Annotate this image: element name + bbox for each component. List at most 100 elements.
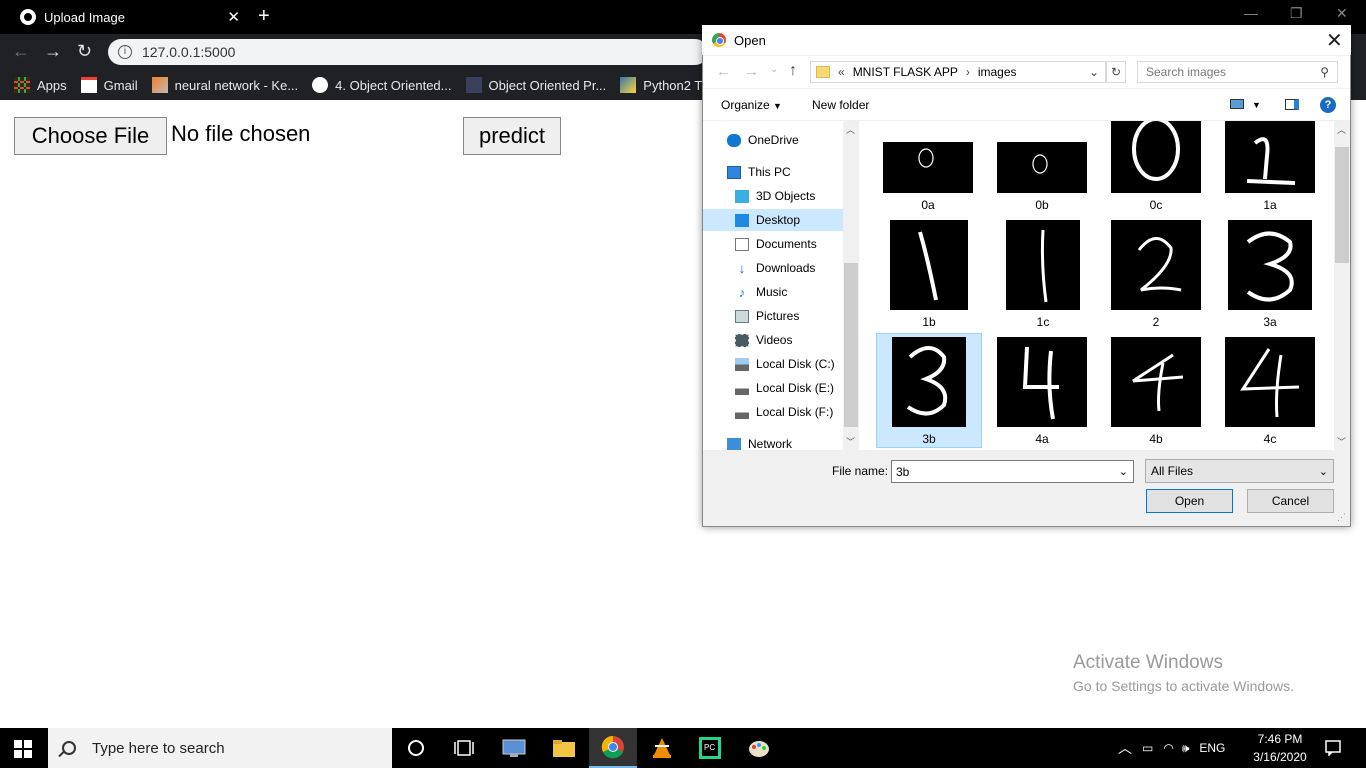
breadcrumb-overflow[interactable]: « [838,65,845,79]
vlc-icon[interactable] [638,728,686,768]
file-name-input[interactable]: 3b ⌄ [891,460,1134,483]
pycharm-icon[interactable]: PC [686,728,734,768]
bookmark-neural-network[interactable]: neural network - Ke... [151,77,298,93]
image-thumbnail [883,142,973,193]
choose-file-button[interactable]: Choose File [14,117,167,155]
file-item[interactable]: 0a [882,142,974,212]
task-view-icon[interactable] [440,728,488,768]
back-icon[interactable]: ← [716,63,731,80]
scroll-up-icon: ︿ [846,125,856,135]
info-icon[interactable]: i [118,45,132,59]
file-item[interactable]: 0c [1110,121,1202,212]
language-indicator[interactable]: ENG [1199,741,1225,755]
cortana-icon[interactable] [392,728,440,768]
file-item[interactable]: 3b [884,337,974,446]
window-close-icon[interactable]: ✕ [1336,5,1348,22]
refresh-icon[interactable]: ↻ [1106,61,1126,83]
file-item[interactable]: 3a [1227,220,1313,329]
battery-icon[interactable]: ▭ [1142,741,1153,755]
new-folder-button[interactable]: New folder [812,98,869,112]
activate-title: Activate Windows [1073,652,1223,673]
bookmark-apps[interactable]: Apps [14,77,67,93]
python-icon [620,77,637,93]
file-type-select[interactable]: All Files ⌄ [1145,459,1334,483]
open-button[interactable]: Open [1146,489,1233,513]
windows-start-icon[interactable] [14,740,32,761]
wifi-icon[interactable]: ◠ [1163,741,1173,755]
forward-icon[interactable]: → [744,63,759,80]
file-item[interactable]: 4b [1110,337,1202,446]
volume-icon[interactable]: 🕪 [1182,741,1190,756]
paint-icon[interactable] [735,728,783,768]
help-icon[interactable]: ? [1320,97,1336,113]
breadcrumb-images[interactable]: images [978,65,1017,79]
taskbar-search-placeholder: Type here to search [92,739,225,757]
file-name-label: File name: [832,464,889,478]
change-view-icon[interactable] [1230,99,1244,109]
recent-locations-icon[interactable]: ⌄ [770,64,778,75]
nav-desktop[interactable]: Desktop [703,209,843,231]
scroll-thumb [844,263,858,427]
file-item[interactable]: 1c [998,220,1088,329]
bookmark-object-oriented-4[interactable]: 4. Object Oriented... [312,77,452,93]
file-list-scrollbar[interactable]: ︿ ﹀ [1334,121,1350,450]
svg-text:PC: PC [704,743,715,752]
search-icon [62,741,76,755]
restore-icon[interactable]: ❐ [1290,5,1303,22]
browser-tab[interactable]: Upload Image ✕ [8,0,248,34]
clock-time: 7:46 PM [1257,732,1303,746]
file-item[interactable]: 1a [1224,121,1316,212]
file-item[interactable]: 4a [996,337,1088,446]
dialog-close-icon[interactable]: ✕ [1326,28,1343,53]
notification-icon[interactable] [1325,740,1341,759]
stackoverflow-icon [151,77,168,93]
view-dropdown-icon[interactable]: ▼ [1252,100,1261,110]
image-thumbnail [1111,220,1201,310]
reload-icon[interactable]: ↻ [77,41,92,62]
image-thumbnail [1006,220,1080,310]
network-icon [727,437,741,451]
bookmark-python2[interactable]: Python2 Tut [620,77,713,93]
chevron-up-icon[interactable]: ︿ [1118,738,1132,758]
chevron-right-icon[interactable]: › [966,65,970,79]
chevron-down-icon[interactable]: ⌄ [1119,465,1128,478]
file-name: 2 [1152,315,1160,329]
preview-pane-icon[interactable] [1285,99,1299,110]
dialog-search-input[interactable]: Search images ⚲ [1137,61,1338,83]
organize-button[interactable]: Organize ▼ [721,98,782,112]
breadcrumb[interactable]: « MNIST FLASK APP › images ⌄ [810,61,1106,83]
resize-grip-icon[interactable]: ⋰ [1337,512,1346,523]
close-tab-icon[interactable]: ✕ [227,8,240,26]
new-tab-button[interactable]: + [258,5,270,28]
chevron-down-icon[interactable]: ⌄ [1089,65,1099,79]
taskbar-clock[interactable]: 7:46 PM 3/16/2020 [1245,730,1315,766]
file-name: 4c [1263,432,1277,446]
clock-date: 3/16/2020 [1253,750,1307,764]
nav-scrollbar[interactable]: ︿ ﹀ [843,121,859,450]
up-folder-icon[interactable]: ↑ [789,62,797,80]
file-name: 3b [922,432,936,446]
file-item[interactable]: 0b [996,142,1088,212]
no-file-chosen-text: No file chosen [171,121,311,146]
file-item[interactable]: 4c [1224,337,1316,446]
predict-button[interactable]: predict [463,117,561,155]
bookmark-gmail[interactable]: Gmail [80,77,138,93]
minimize-icon[interactable]: — [1244,5,1258,21]
back-icon[interactable]: ← [12,41,30,62]
computer-app-icon[interactable] [490,728,538,768]
bookmark-object-oriented-pr[interactable]: Object Oriented Pr... [465,77,606,93]
cancel-button[interactable]: Cancel [1247,489,1334,513]
file-item[interactable]: 1b [884,220,974,329]
forward-icon[interactable]: → [44,41,62,62]
file-explorer-icon[interactable] [540,728,588,768]
desktop-icon [735,213,749,227]
pictures-icon [735,309,749,323]
file-item[interactable]: 2 [1111,220,1201,329]
address-bar[interactable]: i 127.0.0.1:5000 [108,39,708,65]
taskbar-search[interactable]: Type here to search [48,728,392,768]
file-name: 3a [1263,315,1277,329]
image-thumbnail [890,220,968,310]
breadcrumb-mnist[interactable]: MNIST FLASK APP [853,65,958,79]
file-name: 4b [1149,432,1163,446]
chrome-taskbar-icon[interactable] [589,728,637,768]
